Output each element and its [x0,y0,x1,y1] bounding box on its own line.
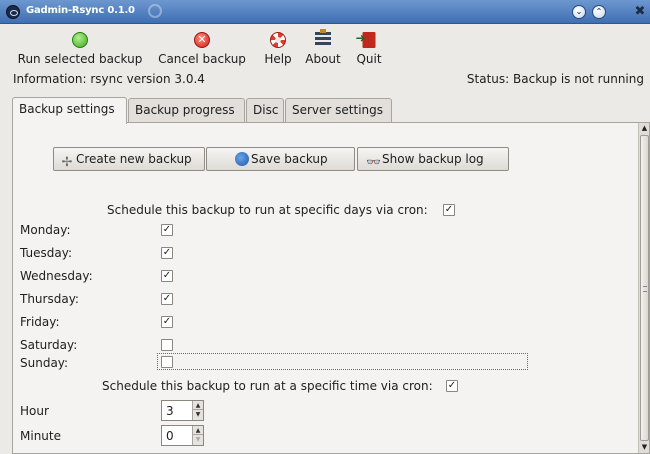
day-label-monday: Monday: [20,223,71,237]
close-button[interactable]: ✖ [633,5,647,19]
cancel-backup-button[interactable]: ✕ Cancel backup [152,28,252,68]
hour-spinner[interactable]: 3 ▲ ▼ [161,400,204,421]
cancel-icon: ✕ [194,32,210,48]
show-log-label: Show backup log [382,152,484,166]
schedule-days-checkbox[interactable] [443,204,455,216]
run-backup-label: Run selected backup [17,52,143,66]
minute-value: 0 [166,429,174,443]
about-button[interactable]: About [302,28,344,68]
day-label-wednesday: Wednesday: [20,269,93,283]
vertical-scrollbar[interactable]: ▲ ▼ [638,123,649,453]
sunday-checkbox[interactable] [161,356,173,368]
hour-value: 3 [166,404,174,418]
scroll-up-arrow-icon[interactable]: ▲ [639,123,649,134]
day-label-sunday: Sunday: [20,356,69,370]
monday-checkbox[interactable] [161,224,173,236]
backup-status: Status: Backup is not running [466,72,644,86]
day-label-thursday: Thursday: [20,292,79,306]
rsync-version-info: Information: rsync version 3.0.4 [13,72,205,86]
quit-icon [356,31,376,48]
scroll-down-arrow-icon[interactable]: ▼ [639,442,649,453]
schedule-time-label: Schedule this backup to run at a specifi… [102,379,433,393]
save-backup-label: Save backup [251,152,328,166]
thursday-checkbox[interactable] [161,293,173,305]
app-icon [6,5,20,19]
hour-down-arrow-icon[interactable]: ▼ [193,410,203,419]
minute-spinner[interactable]: 0 ▲ ▼ [161,425,204,446]
cancel-backup-label: Cancel backup [158,52,246,66]
create-icon: ✢ [61,155,73,170]
create-backup-label: Create new backup [76,152,192,166]
create-backup-button[interactable]: ✢ Create new backup [53,147,205,171]
hour-spinner-buttons: ▲ ▼ [192,401,203,420]
minute-label: Minute [20,429,61,443]
run-backup-button[interactable]: Run selected backup [12,28,148,68]
wednesday-checkbox[interactable] [161,270,173,282]
tab-server-settings[interactable]: Server settings [285,98,392,122]
save-backup-button[interactable]: Save backup [206,147,355,171]
tuesday-checkbox[interactable] [161,247,173,259]
show-log-button[interactable]: 👓Show backup log [357,147,509,171]
minute-spinner-buttons: ▲ ▼ [192,426,203,445]
saturday-checkbox[interactable] [161,339,173,351]
quit-button[interactable]: Quit [354,28,384,68]
minimize-button[interactable]: ⌄ [572,5,586,19]
grip-icon [643,286,647,292]
schedule-time-checkbox[interactable] [446,380,458,392]
day-label-tuesday: Tuesday: [20,246,72,260]
minute-down-arrow-icon[interactable]: ▼ [193,435,203,444]
help-label: Help [264,52,292,66]
scrollbar-thumb[interactable] [640,135,649,441]
about-label: About [305,52,341,66]
title-bar: Gadmin-Rsync 0.1.0 ⌄ ⌃ ✖ [0,0,650,24]
binoculars-icon: 👓 [366,155,381,169]
schedule-days-label: Schedule this backup to run at specific … [107,203,428,217]
window-title: Gadmin-Rsync 0.1.0 [26,5,135,16]
day-label-friday: Friday: [20,315,60,329]
hour-label: Hour [20,404,49,418]
minute-up-arrow-icon[interactable]: ▲ [193,426,203,435]
about-icon [315,29,331,48]
quit-label: Quit [356,52,382,66]
sunday-focus-rect [157,353,528,370]
help-button[interactable]: Help [260,28,296,68]
info-line: Information: rsync version 3.0.4 Status:… [0,70,650,90]
toolbar: Run selected backup ✕ Cancel backup Help… [0,25,650,69]
save-icon [235,152,249,166]
friday-checkbox[interactable] [161,316,173,328]
day-label-saturday: Saturday: [20,338,78,352]
run-icon [72,32,88,48]
swirl-icon [148,4,162,18]
settings-content: ✢ Create new backup Save backup 👓Show bac… [13,123,638,453]
help-icon [270,32,286,48]
maximize-button[interactable]: ⌃ [592,5,606,19]
hour-up-arrow-icon[interactable]: ▲ [193,401,203,410]
tab-backup-settings[interactable]: Backup settings [12,97,127,124]
backup-settings-panel: ✢ Create new backup Save backup 👓Show bac… [12,122,650,454]
tab-backup-progress[interactable]: Backup progress [128,98,245,122]
tab-disc[interactable]: Disc [246,98,284,122]
